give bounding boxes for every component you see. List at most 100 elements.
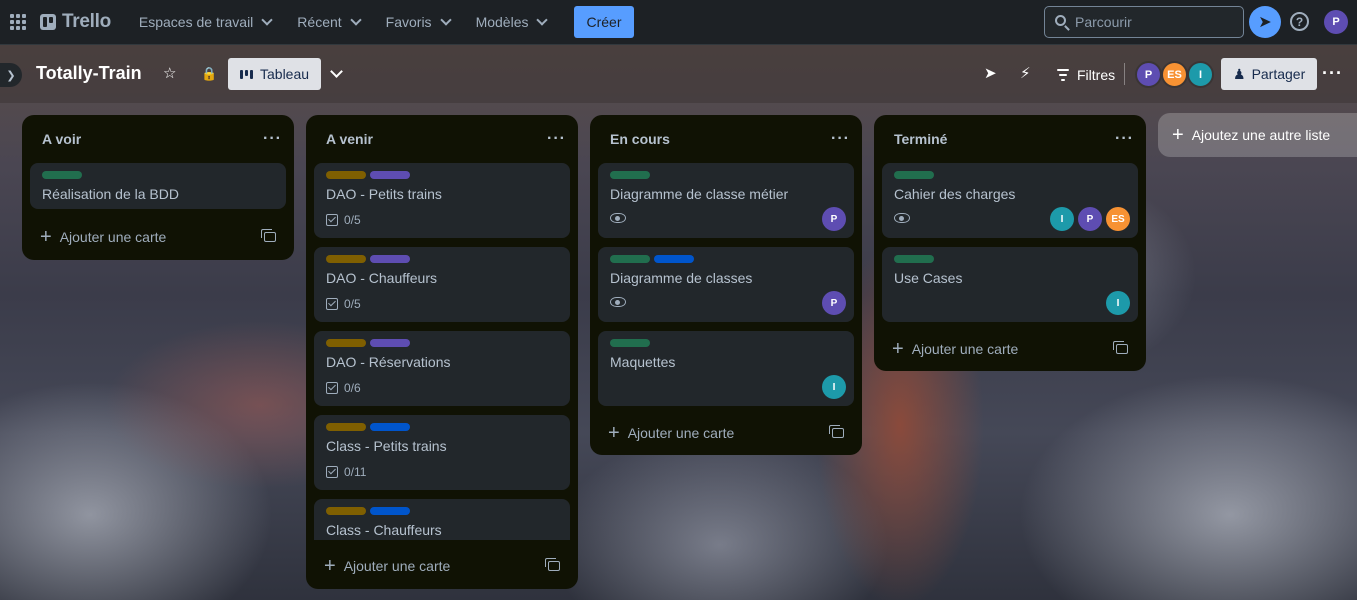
member-avatar[interactable]: ES: [1161, 61, 1188, 88]
list-menu-icon[interactable]: ···: [831, 130, 850, 148]
list-menu-icon[interactable]: ···: [263, 130, 282, 148]
search-placeholder: Parcourir: [1075, 14, 1132, 30]
filters-button[interactable]: Filtres: [1057, 67, 1115, 83]
plus-icon: +: [608, 422, 620, 444]
rocket-icon[interactable]: ➤: [1249, 6, 1281, 38]
list-title[interactable]: A voir: [42, 131, 81, 147]
card[interactable]: DAO - Petits trains 0/5: [314, 163, 570, 238]
card[interactable]: Diagramme de classes P: [598, 247, 854, 322]
avatar[interactable]: P: [1324, 10, 1348, 34]
card[interactable]: DAO - Chauffeurs 0/5: [314, 247, 570, 322]
menu-starred[interactable]: Favoris: [374, 6, 462, 38]
card-title: DAO - Petits trains: [326, 186, 442, 202]
add-card-button[interactable]: + Ajouter une carte: [598, 417, 854, 449]
checklist-icon: [326, 382, 338, 394]
plus-icon: +: [40, 226, 52, 248]
label-green: [610, 339, 650, 347]
share-button[interactable]: ♟ Partager: [1221, 58, 1318, 90]
create-button[interactable]: Créer: [574, 6, 634, 38]
checklist-icon: [326, 298, 338, 310]
list-a-voir: A voir ··· Réalisation de la BDD + Ajout…: [22, 115, 294, 260]
watch-badge: [894, 213, 910, 223]
checklist-badge: 0/11: [326, 465, 366, 479]
divider: [1124, 63, 1125, 85]
add-card-button[interactable]: + Ajouter une carte: [314, 550, 570, 582]
trello-logo[interactable]: Trello: [40, 11, 111, 33]
member-avatar[interactable]: I: [1187, 61, 1214, 88]
more-options-icon[interactable]: ···: [1322, 63, 1343, 84]
menu-templates[interactable]: Modèles: [464, 6, 559, 38]
card-member-avatar[interactable]: I: [1050, 207, 1074, 231]
checklist-count: 0/5: [344, 213, 361, 227]
menu-label: Modèles: [475, 14, 529, 30]
list-header: Terminé ···: [874, 115, 1146, 163]
chevron-down-icon: [439, 14, 452, 26]
checklist-icon: [326, 466, 338, 478]
star-icon[interactable]: ☆: [163, 65, 176, 83]
label-green: [42, 171, 82, 179]
list-menu-icon[interactable]: ···: [1115, 130, 1134, 148]
view-switcher-button[interactable]: Tableau: [228, 58, 322, 90]
card[interactable]: Réalisation de la BDD: [30, 163, 286, 209]
card[interactable]: Maquettes I: [598, 331, 854, 406]
card[interactable]: Class - Chauffeurs: [314, 499, 570, 540]
chevron-down-icon: [349, 14, 362, 26]
card[interactable]: Diagramme de classe métier P: [598, 163, 854, 238]
card-title: Use Cases: [894, 270, 963, 286]
lock-icon[interactable]: 🔒: [201, 65, 217, 83]
template-icon[interactable]: [261, 229, 276, 242]
app-switcher-icon[interactable]: [0, 0, 36, 45]
add-card-label: Ajouter une carte: [343, 558, 451, 574]
checklist-badge: 0/5: [326, 213, 361, 227]
menu-label: Espaces de travail: [138, 14, 254, 30]
automation-icon[interactable]: ⚡: [1020, 65, 1031, 83]
label-blue: [370, 423, 410, 431]
card-member-avatar[interactable]: I: [822, 375, 846, 399]
label-purple: [370, 255, 410, 263]
card-title: Cahier des charges: [894, 186, 1016, 202]
card-title: DAO - Réservations: [326, 354, 451, 370]
card[interactable]: Use Cases I: [882, 247, 1138, 322]
label-green: [610, 171, 650, 179]
power-ups-icon[interactable]: ➤: [984, 65, 997, 83]
card-member-avatar[interactable]: I: [1106, 291, 1130, 315]
list-title[interactable]: Terminé: [894, 131, 947, 147]
menu-recent[interactable]: Récent: [285, 6, 371, 38]
card[interactable]: Cahier des charges I P ES: [882, 163, 1138, 238]
add-card-button[interactable]: + Ajouter une carte: [882, 333, 1138, 365]
help-icon[interactable]: ?: [1290, 12, 1309, 31]
card-title: Class - Petits trains: [326, 438, 447, 454]
add-card-button[interactable]: + Ajouter une carte: [30, 221, 286, 253]
template-icon[interactable]: [1113, 341, 1128, 354]
list-title[interactable]: En cours: [610, 131, 670, 147]
view-label: Tableau: [260, 66, 310, 82]
add-card-label: Ajouter une carte: [59, 229, 167, 245]
trello-logo-icon: [40, 14, 56, 30]
list-header: En cours ···: [590, 115, 862, 163]
template-icon[interactable]: [829, 425, 844, 438]
checklist-count: 0/11: [344, 465, 367, 479]
add-list-button[interactable]: + Ajoutez une autre liste: [1158, 113, 1357, 157]
search-input[interactable]: Parcourir: [1044, 6, 1244, 38]
board-title[interactable]: Totally-Train: [36, 63, 142, 84]
board-header: ❯ Totally-Train ☆ 🔒 Tableau ➤ ⚡ Filtres …: [0, 45, 1357, 103]
search-icon: [1055, 15, 1066, 26]
card-member-avatar[interactable]: P: [1078, 207, 1102, 231]
list-header: A voir ···: [22, 115, 294, 163]
chevron-down-icon[interactable]: [330, 65, 343, 78]
label-blue: [654, 255, 694, 263]
member-avatar[interactable]: P: [1135, 61, 1162, 88]
card-member-avatar[interactable]: P: [822, 291, 846, 315]
card[interactable]: Class - Petits trains 0/11: [314, 415, 570, 490]
template-icon[interactable]: [545, 558, 560, 571]
card-member-avatar[interactable]: ES: [1106, 207, 1130, 231]
chevron-right-icon[interactable]: ❯: [0, 63, 22, 87]
menu-workspaces[interactable]: Espaces de travail: [127, 6, 283, 38]
list-termine: Terminé ··· Cahier des charges I P ES Us…: [874, 115, 1146, 371]
card-member-avatar[interactable]: P: [822, 207, 846, 231]
card[interactable]: DAO - Réservations 0/6: [314, 331, 570, 406]
add-member-icon: ♟: [1233, 65, 1246, 82]
label-green: [610, 255, 650, 263]
eye-icon: [610, 213, 626, 223]
label-purple: [370, 339, 410, 347]
